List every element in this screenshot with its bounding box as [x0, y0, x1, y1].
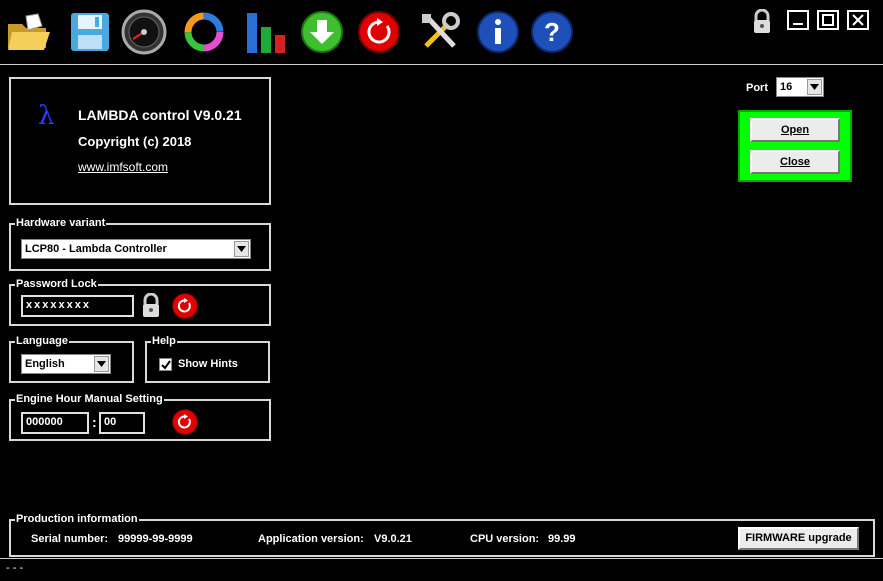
show-hints-label[interactable]: Show Hints — [178, 358, 238, 370]
help-group: Help Show Hints — [145, 334, 270, 383]
info-icon[interactable] — [474, 8, 522, 56]
download-icon[interactable] — [298, 8, 346, 56]
production-info-group: Production information Serial number: 99… — [9, 512, 875, 557]
hardware-variant-title: Hardware variant — [15, 216, 107, 230]
port-label: Port — [746, 82, 768, 94]
chevron-down-icon — [94, 356, 109, 372]
port-value: 16 — [780, 81, 793, 93]
lock-icon[interactable] — [750, 8, 774, 36]
connection-panel: Open Close — [738, 110, 852, 182]
hardware-variant-value: LCP80 - Lambda Controller — [25, 243, 167, 255]
help-title: Help — [151, 334, 177, 348]
about-panel: λ LAMBDA control V9.0.21 Copyright (c) 2… — [9, 77, 271, 205]
reset-icon[interactable] — [355, 8, 403, 56]
cpu-version-label: CPU version: — [470, 533, 540, 545]
svg-text:?: ? — [544, 17, 560, 47]
time-separator: : — [92, 414, 97, 430]
app-title: LAMBDA control V9.0.21 — [78, 107, 242, 123]
close-button[interactable]: Close — [750, 150, 840, 174]
tools-icon[interactable] — [416, 8, 464, 56]
engine-minutes-input[interactable]: 00 — [99, 412, 145, 434]
production-info-title: Production information — [15, 512, 139, 526]
cpu-version-value: 99.99 — [548, 533, 576, 545]
status-text: - - - — [6, 562, 24, 574]
bar-chart-icon[interactable] — [242, 8, 290, 56]
open-button[interactable]: Open — [750, 118, 840, 142]
chevron-down-icon — [234, 241, 249, 257]
hardware-variant-select[interactable]: LCP80 - Lambda Controller — [21, 239, 251, 259]
maximize-button[interactable] — [817, 10, 839, 30]
port-select[interactable]: 16 — [776, 77, 824, 97]
language-select[interactable]: English — [21, 354, 111, 374]
engine-hour-reset-button[interactable] — [172, 409, 198, 435]
password-lock-group: Password Lock xxxxxxxx — [9, 277, 271, 326]
engine-hour-group: Engine Hour Manual Setting 000000 : 00 — [9, 392, 271, 441]
serial-number-label: Serial number: — [31, 533, 109, 545]
firmware-upgrade-button[interactable]: FIRMWARE upgrade — [738, 527, 859, 550]
refresh-cycle-icon[interactable] — [180, 8, 228, 56]
gauge-icon[interactable] — [120, 8, 168, 56]
save-icon[interactable] — [66, 8, 114, 56]
language-value: English — [25, 358, 65, 370]
language-title: Language — [15, 334, 69, 348]
app-version-label: Application version: — [258, 533, 364, 545]
password-reset-button[interactable] — [172, 293, 198, 319]
lambda-logo: λ — [38, 101, 55, 131]
password-lock-title: Password Lock — [15, 277, 98, 291]
lock-icon[interactable] — [138, 292, 164, 320]
minimize-button[interactable] — [787, 10, 809, 30]
password-input[interactable]: xxxxxxxx — [21, 295, 134, 317]
hardware-variant-group: Hardware variant LCP80 - Lambda Controll… — [9, 216, 271, 271]
website-link[interactable]: www.imfsoft.com — [78, 160, 168, 174]
engine-hours-input[interactable]: 000000 — [21, 412, 89, 434]
toolbar: ? — [0, 0, 883, 65]
reset-icon — [177, 298, 191, 313]
chevron-down-icon — [807, 79, 822, 95]
status-bar: - - - — [0, 558, 883, 581]
reset-icon — [177, 414, 191, 429]
help-icon[interactable]: ? — [528, 8, 576, 56]
engine-hour-title: Engine Hour Manual Setting — [15, 392, 164, 406]
checkmark-icon — [160, 359, 171, 370]
language-group: Language English — [9, 334, 134, 383]
open-folder-icon[interactable] — [4, 8, 52, 56]
copyright-text: Copyright (c) 2018 — [78, 134, 192, 149]
serial-number-value: 99999-99-9999 — [118, 533, 193, 545]
close-window-button[interactable] — [847, 10, 869, 30]
show-hints-checkbox[interactable] — [159, 358, 172, 371]
app-version-value: V9.0.21 — [374, 533, 412, 545]
